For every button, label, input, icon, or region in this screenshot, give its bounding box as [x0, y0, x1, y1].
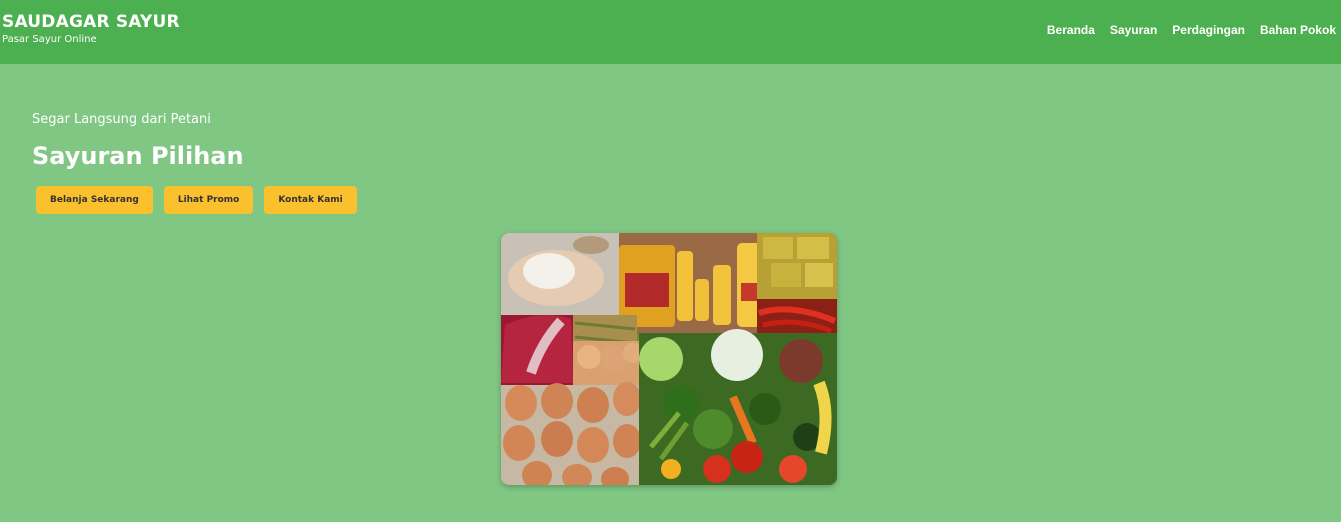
- brand-subtitle: Pasar Sayur Online: [2, 34, 97, 45]
- hero-grocery-image: [501, 233, 837, 485]
- navbar: SAUDAGAR SAYUR Pasar Sayur Online Berand…: [0, 0, 1341, 64]
- nav-link-bahan-pokok[interactable]: Bahan Pokok: [1260, 23, 1336, 37]
- view-promo-button[interactable]: Lihat Promo: [163, 186, 254, 214]
- brand-title: SAUDAGAR SAYUR: [2, 12, 180, 32]
- hero-tagline: Segar Langsung dari Petani: [32, 112, 211, 127]
- nav-link-sayuran[interactable]: Sayuran: [1110, 23, 1157, 37]
- nav-link-perdagingan[interactable]: Perdagingan: [1172, 23, 1245, 37]
- brand[interactable]: SAUDAGAR SAYUR Pasar Sayur Online: [2, 12, 180, 47]
- grocery-collage-illustration: [501, 233, 837, 485]
- nav-menu: Beranda Sayuran Perdagingan Bahan Pokok: [1047, 23, 1336, 37]
- shop-now-button[interactable]: Belanja Sekarang: [36, 186, 153, 214]
- contact-us-button[interactable]: Kontak Kami: [264, 186, 357, 214]
- hero-title: Sayuran Pilihan: [32, 142, 244, 170]
- nav-link-beranda[interactable]: Beranda: [1047, 23, 1095, 37]
- hero-buttons: Belanja Sekarang Lihat Promo Kontak Kami: [36, 186, 357, 214]
